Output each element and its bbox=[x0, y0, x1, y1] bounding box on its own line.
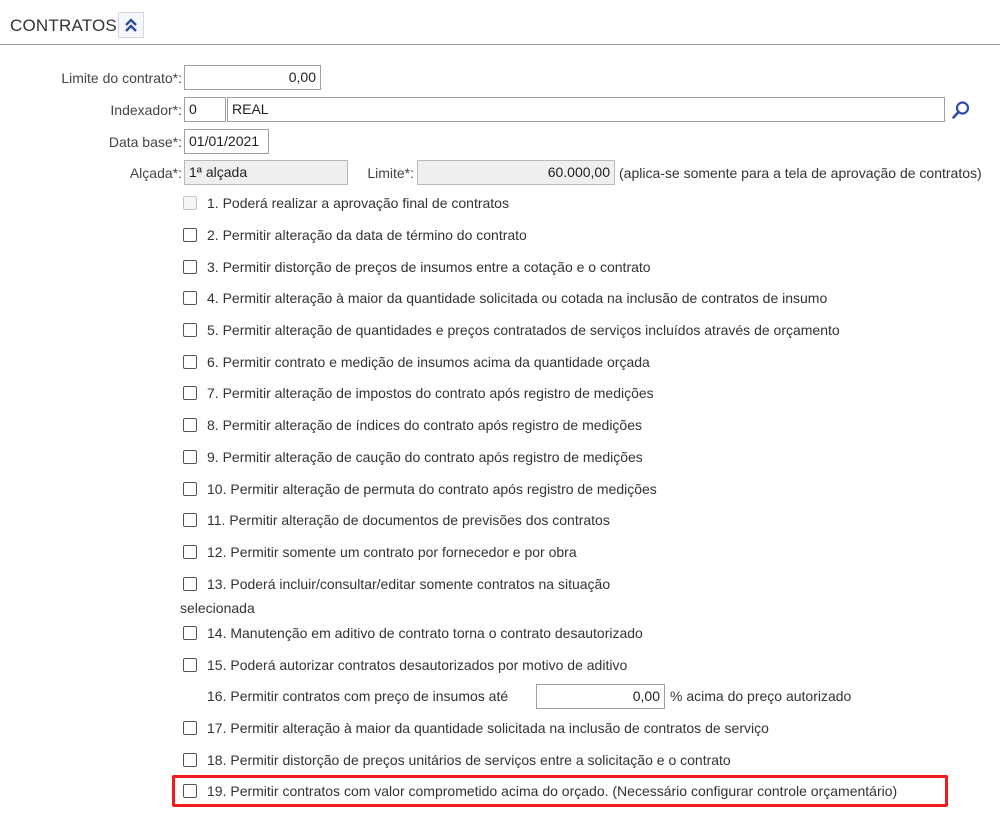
alcada-label: Alçada*: bbox=[129, 165, 182, 181]
permission-item-4[interactable]: 4. Permitir alteração à maior da quantid… bbox=[183, 288, 827, 308]
item16-label: 16. Permitir contratos com preço de insu… bbox=[207, 688, 509, 704]
permission-item-18[interactable]: 18. Permitir distorção de preços unitári… bbox=[183, 750, 731, 770]
indexador-code-input[interactable]: 0 bbox=[184, 97, 226, 122]
collapse-section-button[interactable] bbox=[118, 12, 144, 38]
permission-item-15[interactable]: 15. Poderá autorizar contratos desautori… bbox=[183, 655, 627, 675]
alcada-field: 1ª alçada bbox=[184, 160, 348, 185]
permission-label: 17. Permitir alteração à maior da quanti… bbox=[207, 720, 769, 736]
indexador-label: Indexador*: bbox=[110, 102, 182, 118]
checkbox[interactable] bbox=[183, 626, 197, 640]
checkbox[interactable] bbox=[183, 228, 197, 242]
checkbox[interactable] bbox=[183, 577, 197, 591]
permission-label: 2. Permitir alteração da data de término… bbox=[207, 227, 527, 243]
permission-label: 5. Permitir alteração de quantidades e p… bbox=[207, 322, 840, 338]
checkbox[interactable] bbox=[183, 545, 197, 559]
limite-contrato-label: Limite do contrato*: bbox=[61, 70, 182, 86]
permission-item-9[interactable]: 9. Permitir alteração de caução do contr… bbox=[183, 447, 643, 467]
search-icon bbox=[952, 100, 970, 119]
limite-label: Limite*: bbox=[367, 165, 414, 181]
section-header: CONTRATOS bbox=[0, 0, 1000, 45]
permission-item-7[interactable]: 7. Permitir alteração de impostos do con… bbox=[183, 383, 654, 403]
permission-item-17[interactable]: 17. Permitir alteração à maior da quanti… bbox=[183, 718, 769, 738]
checkbox[interactable] bbox=[183, 513, 197, 527]
permission-label-continuation: selecionada bbox=[180, 600, 255, 616]
permission-label: 12. Permitir somente um contrato por for… bbox=[207, 544, 577, 560]
limite-contrato-input[interactable]: 0,00 bbox=[184, 65, 321, 90]
permission-label: 11. Permitir alteração de documentos de … bbox=[207, 512, 610, 528]
checkbox[interactable] bbox=[183, 355, 197, 369]
permission-label: 13. Poderá incluir/consultar/editar some… bbox=[207, 576, 611, 592]
checkbox[interactable] bbox=[183, 418, 197, 432]
permission-label: 18. Permitir distorção de preços unitári… bbox=[207, 752, 731, 768]
checkbox[interactable] bbox=[183, 450, 197, 464]
permission-item-13[interactable]: 13. Poderá incluir/consultar/editar some… bbox=[183, 574, 610, 594]
permission-label: 9. Permitir alteração de caução do contr… bbox=[207, 449, 643, 465]
permission-item-3[interactable]: 3. Permitir distorção de preços de insum… bbox=[183, 257, 651, 277]
checkbox[interactable] bbox=[183, 386, 197, 400]
data-base-label: Data base*: bbox=[108, 134, 182, 150]
highlight-box bbox=[172, 775, 948, 807]
permission-item-6[interactable]: 6. Permitir contrato e medição de insumo… bbox=[183, 352, 650, 372]
limite-note: (aplica-se somente para a tela de aprova… bbox=[619, 165, 982, 181]
permission-item-14[interactable]: 14. Manutenção em aditivo de contrato to… bbox=[183, 623, 643, 643]
permission-label: 14. Manutenção em aditivo de contrato to… bbox=[207, 625, 643, 641]
checkbox[interactable] bbox=[183, 260, 197, 274]
item16-suffix: % acima do preço autorizado bbox=[670, 688, 852, 704]
checkbox bbox=[183, 196, 197, 210]
permission-item-5[interactable]: 5. Permitir alteração de quantidades e p… bbox=[183, 320, 840, 340]
checkbox[interactable] bbox=[183, 658, 197, 672]
permission-item-10[interactable]: 10. Permitir alteração de permuta do con… bbox=[183, 479, 657, 499]
data-base-input[interactable]: 01/01/2021 bbox=[184, 129, 269, 154]
checkbox[interactable] bbox=[183, 482, 197, 496]
checkbox[interactable] bbox=[183, 721, 197, 735]
permission-label: 8. Permitir alteração de índices do cont… bbox=[207, 417, 643, 433]
double-chevron-up-icon bbox=[125, 18, 137, 32]
checkbox[interactable] bbox=[183, 291, 197, 305]
permission-label: 3. Permitir distorção de preços de insum… bbox=[207, 259, 651, 275]
permission-label: 6. Permitir contrato e medição de insumo… bbox=[207, 354, 650, 370]
limite-field: 60.000,00 bbox=[417, 160, 615, 185]
indexador-description-field[interactable]: REAL bbox=[227, 97, 945, 122]
permission-label: 4. Permitir alteração à maior da quantid… bbox=[207, 290, 828, 306]
permission-label: 1. Poderá realizar a aprovação final de … bbox=[207, 195, 509, 211]
permission-label: 15. Poderá autorizar contratos desautori… bbox=[207, 657, 628, 673]
permission-label: 10. Permitir alteração de permuta do con… bbox=[207, 481, 657, 497]
checkbox[interactable] bbox=[183, 753, 197, 767]
permission-item-8[interactable]: 8. Permitir alteração de índices do cont… bbox=[183, 415, 642, 435]
section-title: CONTRATOS bbox=[10, 16, 117, 35]
permission-item-12[interactable]: 12. Permitir somente um contrato por for… bbox=[183, 542, 577, 562]
permission-label: 7. Permitir alteração de impostos do con… bbox=[207, 385, 654, 401]
indexador-search-button[interactable] bbox=[948, 97, 974, 122]
item16-percent-input[interactable]: 0,00 bbox=[536, 684, 665, 709]
permission-item-1[interactable]: 1. Poderá realizar a aprovação final de … bbox=[183, 193, 509, 213]
permission-item-11[interactable]: 11. Permitir alteração de documentos de … bbox=[183, 510, 610, 530]
permission-item-2[interactable]: 2. Permitir alteração da data de término… bbox=[183, 225, 527, 245]
checkbox[interactable] bbox=[183, 323, 197, 337]
